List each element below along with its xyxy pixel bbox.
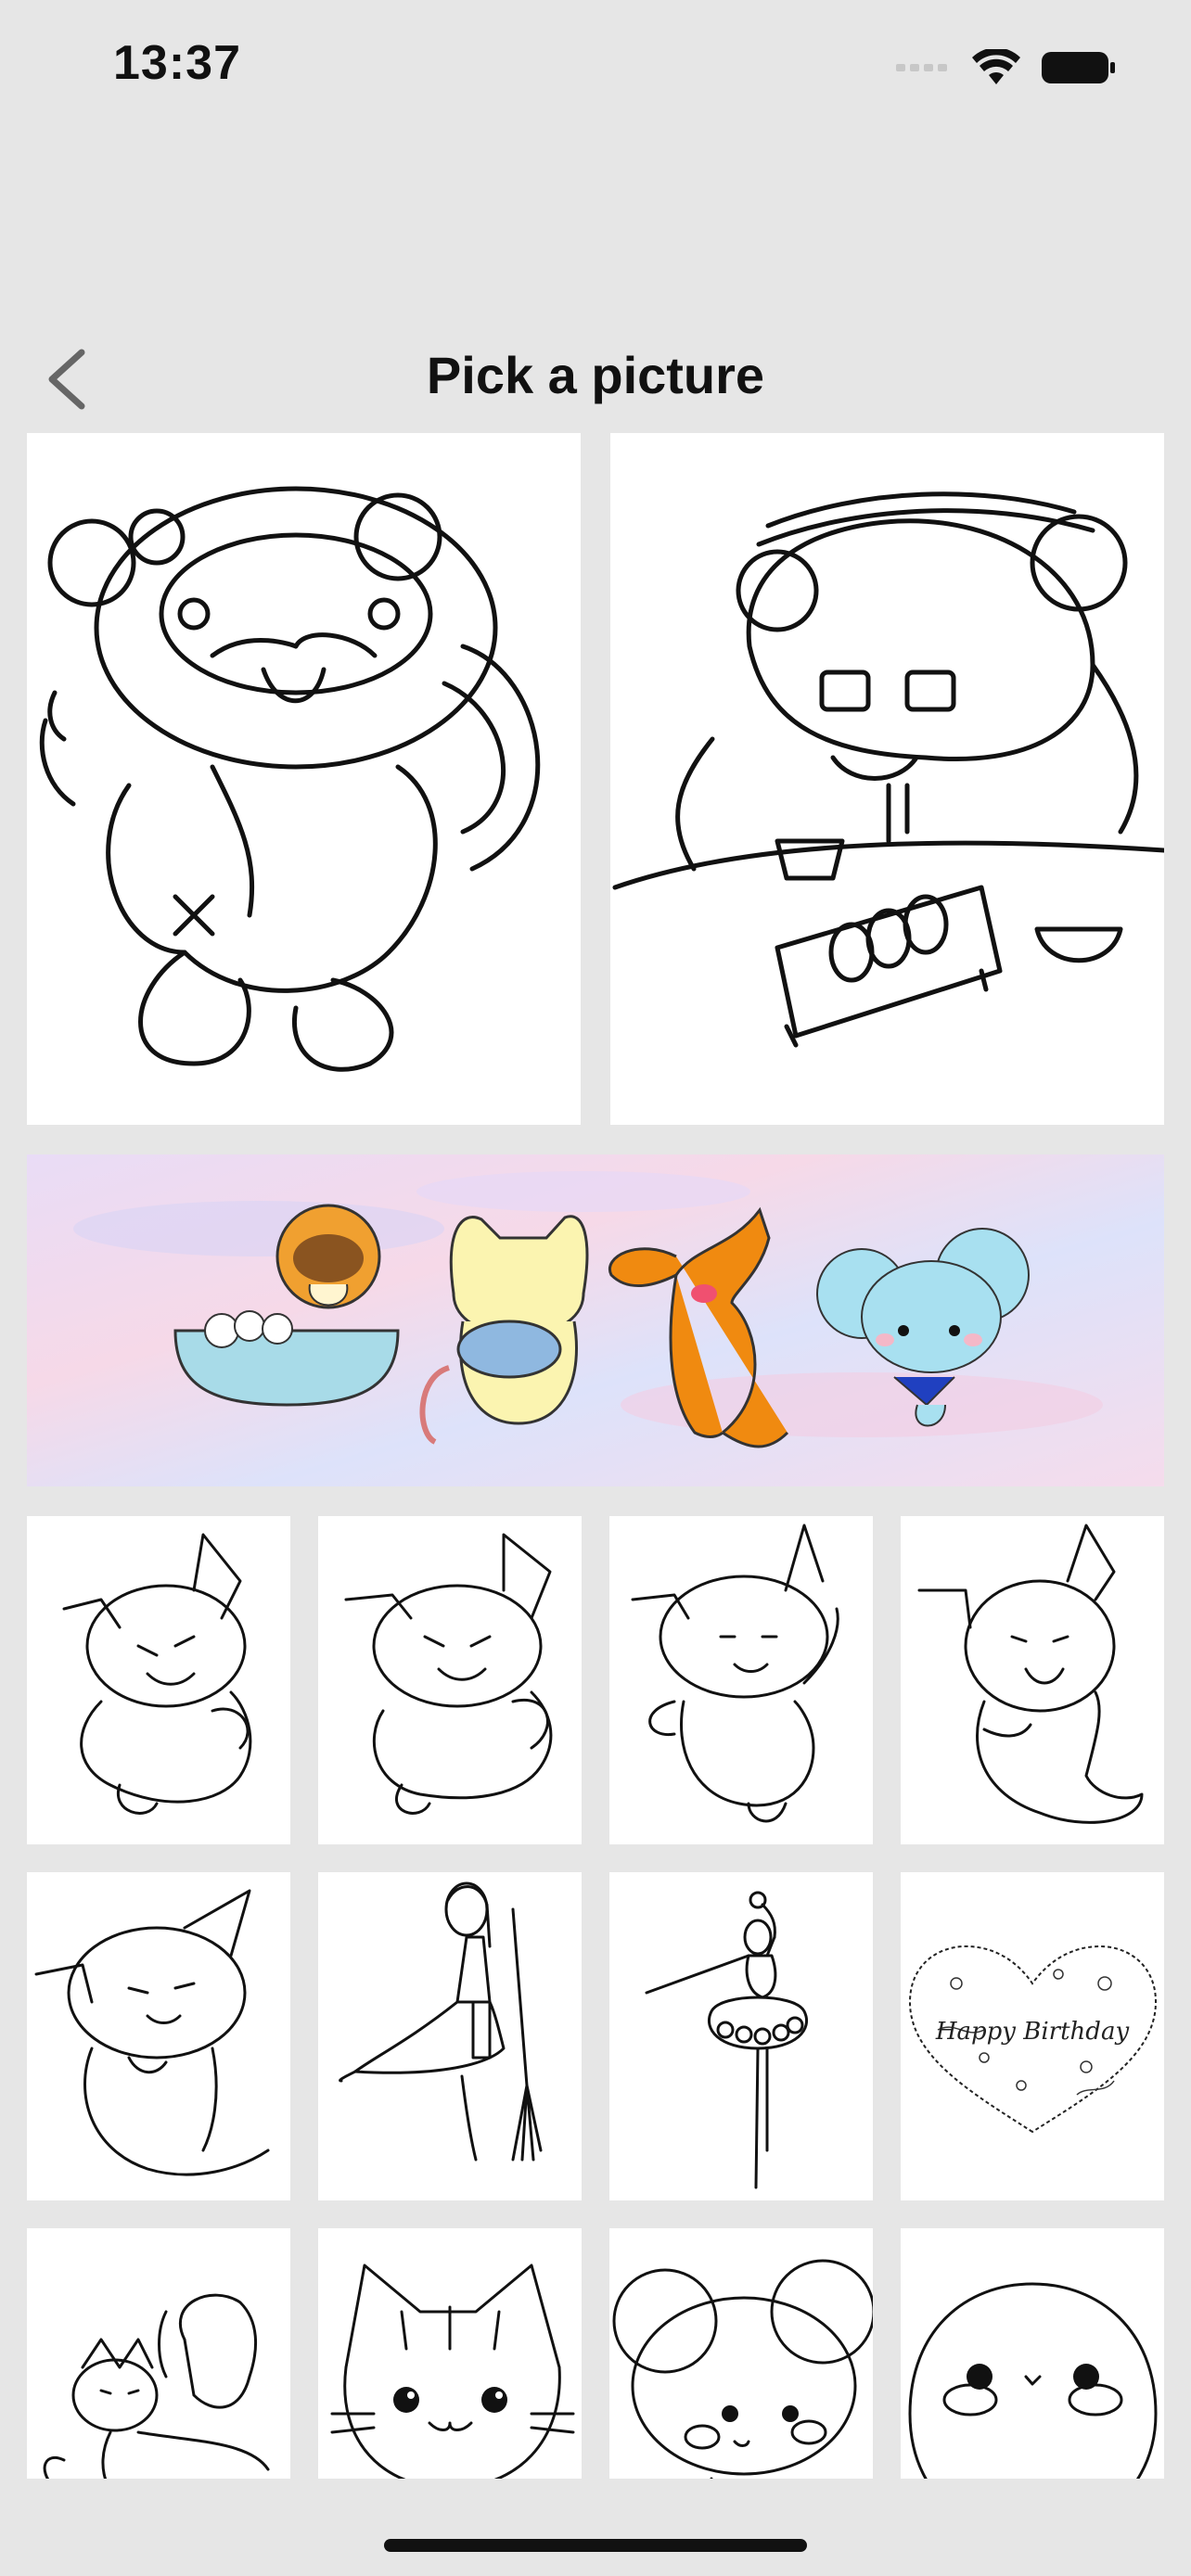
picture-colored-animals-banner[interactable]: [27, 1154, 1164, 1486]
birthday-text: Happy Birthday: [935, 2018, 1130, 2046]
tanuki-dancing-drawing: [39, 486, 541, 1072]
picture-tanuki-eating-sushi[interactable]: [610, 433, 1164, 1125]
picture-cat-face[interactable]: [318, 2228, 582, 2479]
picture-happy-birthday-heart[interactable]: Happy Birthday: [901, 1872, 1164, 2200]
nav-bar: Pick a picture: [0, 325, 1191, 427]
picture-round-creature[interactable]: [901, 2228, 1164, 2479]
status-icons: [896, 45, 1117, 91]
dog-laughing-1-drawing: [62, 1533, 252, 1815]
tanuki-sushi-drawing: [612, 491, 1164, 1048]
ballerina-drawing: [645, 1891, 808, 2189]
picture-dog-waving[interactable]: [609, 1516, 873, 1844]
round-creature-drawing: [908, 2282, 1158, 2479]
picture-grid[interactable]: Happy Birthday: [27, 433, 1164, 2479]
picture-mouse-face[interactable]: [609, 2228, 873, 2479]
picture-dog-laughing-2[interactable]: [318, 1516, 582, 1844]
home-indicator[interactable]: [384, 2539, 807, 2552]
dog-waving-drawing: [631, 1524, 839, 1823]
mouse-face-drawing: [612, 2259, 873, 2479]
status-bar: 13:37: [0, 0, 1191, 139]
picture-dog-sitting[interactable]: [27, 1872, 290, 2200]
dog-laughing-2-drawing: [344, 1533, 553, 1815]
dog-sitting-drawing: [34, 1889, 270, 2176]
status-time: 13:37: [113, 36, 241, 90]
girl-with-broom-drawing: [339, 1881, 543, 2162]
picture-dog-laughing-1[interactable]: [27, 1516, 290, 1844]
wifi-icon: [972, 49, 1020, 84]
colored-animals-drawing: [27, 1154, 1164, 1486]
cat-face-drawing: [330, 2264, 575, 2479]
happy-birthday-heart-drawing: Happy Birthday: [908, 1945, 1158, 2134]
battery-icon: [1042, 52, 1115, 83]
girl-hugging-cat-drawing: [43, 2293, 270, 2479]
dog-smiling-drawing: [917, 1524, 1144, 1824]
picture-girl-with-broom[interactable]: [318, 1872, 582, 2200]
picture-tanuki-dancing[interactable]: [27, 433, 581, 1125]
picture-ballerina[interactable]: [609, 1872, 873, 2200]
picture-dog-smiling[interactable]: [901, 1516, 1164, 1844]
signal-icon: [896, 64, 947, 71]
picture-girl-hugging-cat[interactable]: [27, 2228, 290, 2479]
page-title: Pick a picture: [426, 346, 765, 404]
